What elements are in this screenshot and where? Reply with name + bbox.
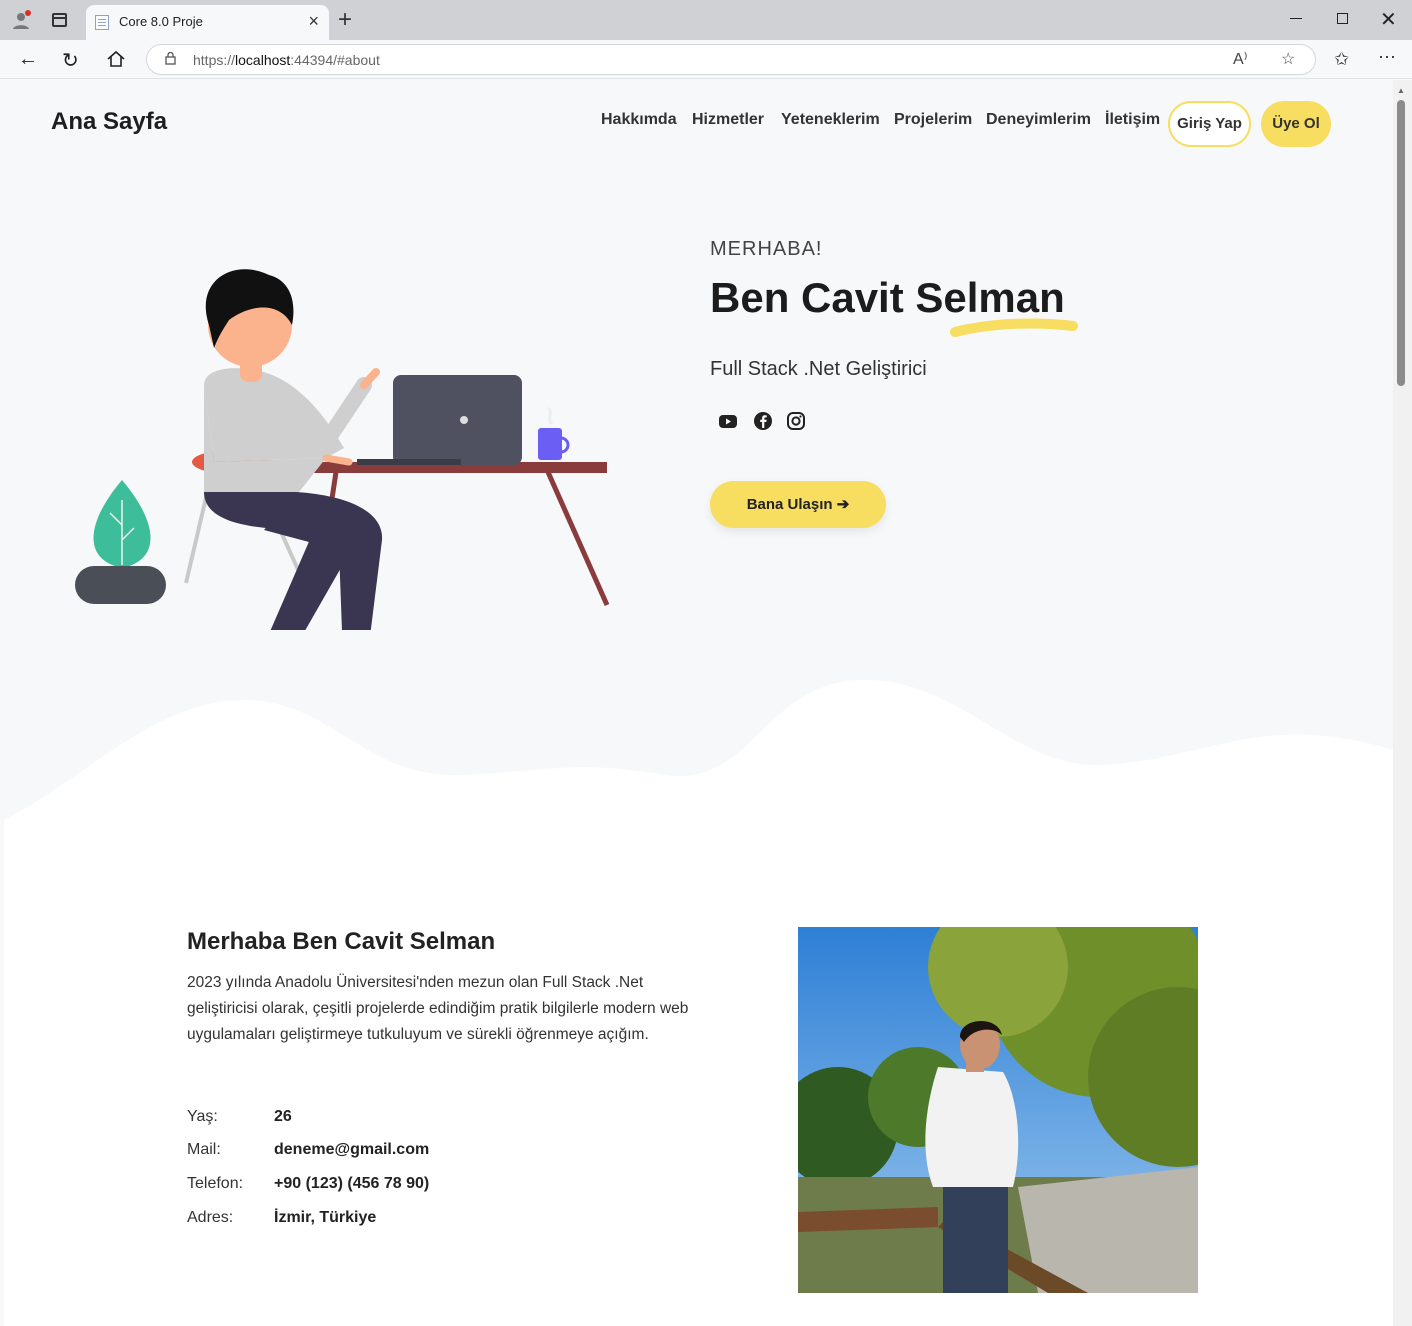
arrow-right-icon: ➔: [836, 496, 850, 513]
window-minimize-icon[interactable]: [1290, 18, 1302, 19]
about-title: Merhaba Ben Cavit Selman: [187, 928, 496, 955]
name-underline-decoration: [950, 318, 1078, 337]
lock-icon[interactable]: [165, 52, 176, 65]
info-label-mail: Mail:: [187, 1141, 221, 1158]
info-label-address: Adres:: [187, 1209, 234, 1226]
more-menu-icon[interactable]: ···: [1378, 46, 1396, 67]
nav-link-yeteneklerim[interactable]: Yeteneklerim: [781, 111, 880, 129]
facebook-icon[interactable]: [752, 410, 774, 432]
contact-me-button[interactable]: Bana Ulaşın ➔: [710, 481, 886, 528]
tab-actions-icon[interactable]: [52, 13, 67, 27]
url-text: https://localhost:44394/#about: [193, 52, 380, 68]
reload-icon[interactable]: ↻: [62, 48, 79, 73]
tab-title: Core 8.0 Proje: [119, 14, 203, 29]
browser-tab[interactable]: Core 8.0 Proje ×: [86, 5, 329, 40]
favorite-star-icon[interactable]: ☆: [1281, 49, 1295, 69]
tab-close-icon[interactable]: ×: [308, 11, 319, 32]
browser-tab-bar: Core 8.0 Proje × + ✕: [0, 0, 1412, 40]
window-close-icon[interactable]: ✕: [1380, 7, 1397, 32]
nav-link-hizmetler[interactable]: Hizmetler: [692, 111, 764, 129]
profile-icon[interactable]: [11, 10, 31, 30]
youtube-icon[interactable]: [717, 410, 739, 432]
address-bar-row: ← ↻ https://localhost:44394/#about A⁾ ☆ …: [0, 40, 1412, 79]
url-input[interactable]: https://localhost:44394/#about A⁾ ☆: [146, 44, 1316, 75]
hero-name: Ben Cavit Selman: [710, 274, 1065, 321]
nav-link-deneyimlerim[interactable]: Deneyimlerim: [986, 111, 1091, 129]
nav-link-iletisim[interactable]: İletişim: [1105, 111, 1160, 129]
nav-link-projelerim[interactable]: Projelerim: [894, 111, 972, 129]
page-viewport: Ana Sayfa Hakkımda Hizmetler Yetenekleri…: [4, 80, 1393, 1326]
wave-divider: [4, 680, 1393, 850]
info-value-phone: +90 (123) (456 78 90): [274, 1175, 430, 1192]
hero-greeting: MERHABA!: [710, 238, 823, 260]
favorites-icon[interactable]: ✩: [1334, 49, 1349, 70]
info-label-age: Yaş:: [187, 1108, 218, 1125]
home-icon[interactable]: [106, 50, 126, 68]
info-value-mail: deneme@gmail.com: [274, 1141, 430, 1158]
scroll-up-icon[interactable]: ▲: [1397, 86, 1405, 95]
brand-logo[interactable]: Ana Sayfa: [51, 108, 167, 136]
developer-illustration: [75, 269, 610, 630]
login-button[interactable]: Giriş Yap: [1168, 101, 1251, 147]
new-tab-icon[interactable]: +: [338, 6, 352, 34]
read-aloud-icon[interactable]: A⁾: [1233, 49, 1248, 69]
info-label-phone: Telefon:: [187, 1175, 244, 1192]
hero-role: Full Stack .Net Geliştirici: [710, 358, 927, 380]
instagram-icon[interactable]: [785, 410, 807, 432]
page-favicon-icon: [95, 15, 109, 30]
info-value-age: 26: [274, 1108, 292, 1125]
back-icon[interactable]: ←: [18, 48, 38, 71]
window-maximize-icon[interactable]: [1337, 13, 1348, 24]
info-value-address: İzmir, Türkiye: [274, 1209, 377, 1226]
contact-me-label: Bana Ulaşın: [746, 496, 833, 513]
scrollbar-thumb[interactable]: [1397, 100, 1405, 386]
profile-photo: [798, 927, 1198, 1293]
signup-button[interactable]: Üye Ol: [1261, 101, 1331, 147]
nav-link-hakkimda[interactable]: Hakkımda: [601, 111, 677, 129]
about-description: 2023 yılında Anadolu Üniversitesi'nden m…: [187, 974, 689, 1043]
